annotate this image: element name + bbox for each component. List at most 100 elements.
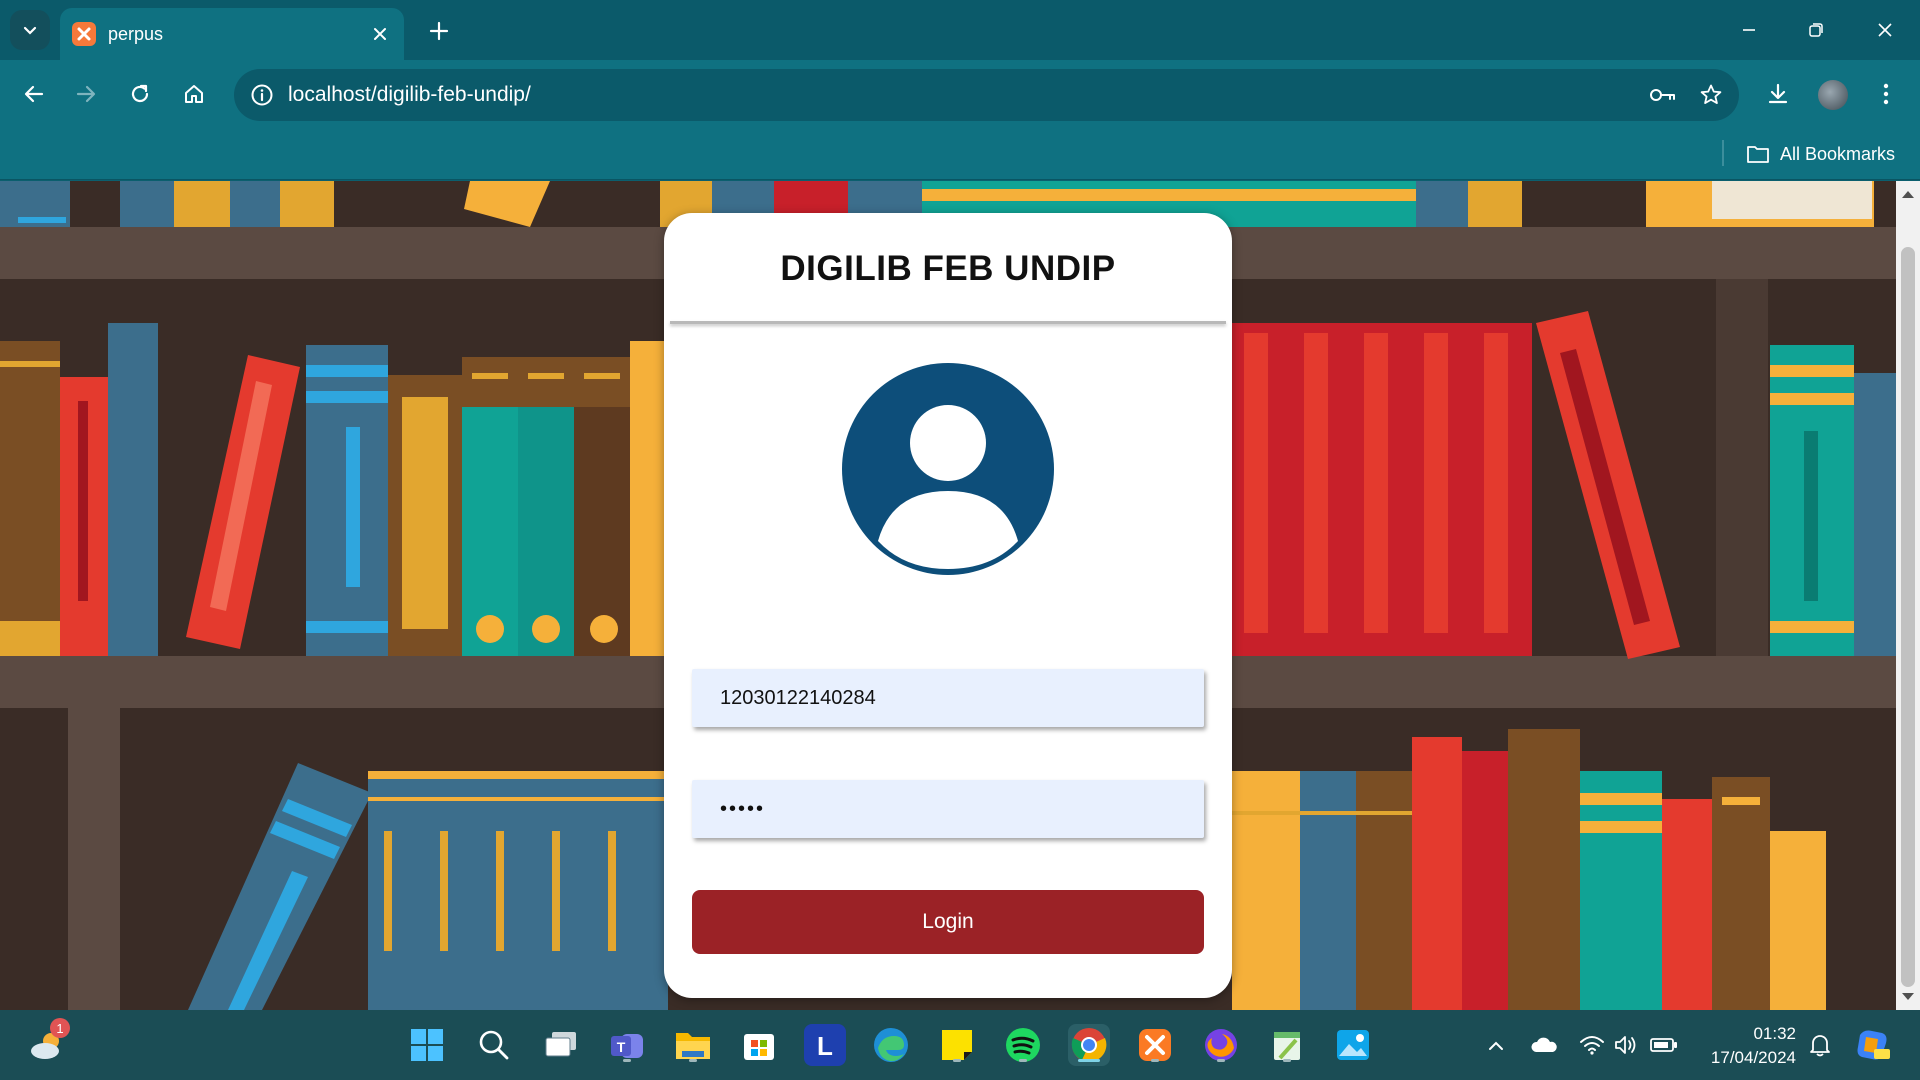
bell-icon: [1810, 1035, 1830, 1057]
back-button[interactable]: [14, 74, 54, 114]
username-input[interactable]: 12030122140284: [692, 669, 1204, 727]
search-button[interactable]: [473, 1024, 515, 1066]
notepad-icon: [1274, 1032, 1300, 1060]
wifi-tray[interactable]: [1578, 1030, 1606, 1060]
running-indicator: [623, 1059, 631, 1062]
task-view-icon: [545, 1032, 576, 1057]
home-button[interactable]: [174, 74, 214, 114]
plus-icon: [429, 21, 449, 41]
info-icon: [251, 84, 273, 106]
scroll-down-icon[interactable]: [1902, 993, 1914, 1000]
tab-close-button[interactable]: [368, 22, 392, 46]
scroll-up-icon[interactable]: [1902, 191, 1914, 198]
running-indicator: [1151, 1059, 1159, 1062]
spotify-app[interactable]: [1002, 1024, 1044, 1066]
menu-button[interactable]: [1866, 74, 1906, 114]
l-app[interactable]: L: [804, 1024, 846, 1066]
running-indicator: [1019, 1059, 1027, 1062]
login-card: DIGILIB FEB UNDIP 12030122140284 ••••• L…: [664, 213, 1232, 998]
firefox-app[interactable]: [1200, 1024, 1242, 1066]
store-icon: [744, 1034, 774, 1060]
tab-title: perpus: [108, 23, 164, 44]
cloud-icon: [1531, 1037, 1557, 1052]
address-bar[interactable]: localhost/digilib-feb-undip/: [234, 69, 1739, 121]
arrow-left-icon: [24, 85, 44, 103]
clock-date: 17/04/2024: [1710, 1048, 1796, 1067]
photos-icon: [1337, 1030, 1369, 1060]
speaker-icon: [1615, 1036, 1636, 1054]
all-bookmarks-button[interactable]: All Bookmarks: [1746, 138, 1895, 170]
notifications-button[interactable]: [1806, 1030, 1834, 1060]
restore-icon: [1809, 23, 1823, 37]
minimize-button[interactable]: [1726, 10, 1772, 50]
scroll-thumb[interactable]: [1901, 247, 1915, 987]
home-icon: [185, 85, 203, 103]
close-window-button[interactable]: [1862, 10, 1908, 50]
new-tab-button[interactable]: [422, 14, 456, 48]
chrome-app[interactable]: [1068, 1024, 1110, 1066]
star-icon: [1700, 84, 1722, 104]
more-vertical-icon: [1883, 83, 1889, 105]
xampp-app[interactable]: [1134, 1024, 1176, 1066]
taskbar-clock[interactable]: 01:32 17/04/2024: [1700, 1022, 1796, 1070]
active-indicator: [1078, 1059, 1100, 1062]
notepad-app[interactable]: [1266, 1024, 1308, 1066]
start-button[interactable]: [406, 1024, 448, 1066]
bookmarks-bar: All Bookmarks: [0, 128, 1920, 180]
running-indicator: [1217, 1059, 1225, 1062]
task-view-button[interactable]: [540, 1024, 582, 1066]
svg-text:T: T: [617, 1039, 626, 1055]
running-indicator: [953, 1059, 961, 1062]
teams-icon: T: [611, 1034, 643, 1058]
page-scrollbar[interactable]: [1896, 181, 1920, 1010]
search-icon: [479, 1030, 509, 1060]
close-icon: [374, 28, 386, 40]
battery-tray[interactable]: [1650, 1030, 1678, 1060]
page-title: DIGILIB FEB UNDIP: [780, 249, 1116, 288]
photos-app[interactable]: [1332, 1024, 1374, 1066]
edge-app[interactable]: [870, 1024, 912, 1066]
copilot-button[interactable]: [1852, 1024, 1894, 1066]
key-icon: [1650, 89, 1675, 101]
folder-icon: [1747, 146, 1769, 163]
downloads-button[interactable]: [1758, 74, 1798, 114]
sticky-notes-icon: [942, 1030, 972, 1060]
running-indicator: [1283, 1059, 1291, 1062]
bookmarks-separator: [1722, 140, 1724, 166]
all-bookmarks-label: All Bookmarks: [1780, 143, 1896, 164]
bookmark-star-button[interactable]: [1691, 75, 1731, 115]
browser-tab[interactable]: perpus: [60, 8, 404, 60]
reload-button[interactable]: [120, 74, 160, 114]
page-viewport: DIGILIB FEB UNDIP 12030122140284 ••••• L…: [0, 181, 1896, 1010]
chevron-up-icon: [1489, 1041, 1503, 1050]
forward-button[interactable]: [66, 74, 106, 114]
show-hidden-icons-button[interactable]: [1482, 1030, 1510, 1060]
login-button[interactable]: Login: [692, 890, 1204, 954]
minimize-icon: [1743, 29, 1755, 31]
clock-time: 01:32: [1753, 1024, 1796, 1043]
restore-button[interactable]: [1793, 10, 1839, 50]
url-text[interactable]: localhost/digilib-feb-undip/: [288, 83, 1643, 107]
onedrive-tray[interactable]: [1530, 1030, 1558, 1060]
l-app-icon: L: [817, 1031, 833, 1060]
password-key-button[interactable]: [1643, 75, 1683, 115]
reload-icon: [131, 84, 149, 103]
profile-avatar[interactable]: [1818, 80, 1848, 110]
arrow-right-icon: [76, 85, 96, 103]
windows-start-icon: [411, 1029, 443, 1061]
password-input[interactable]: •••••: [692, 780, 1204, 838]
close-icon: [1878, 23, 1892, 37]
site-info-button[interactable]: [246, 79, 278, 111]
file-explorer-app[interactable]: [672, 1024, 714, 1066]
download-icon: [1768, 83, 1788, 104]
store-app[interactable]: [738, 1024, 780, 1066]
sticky-notes-app[interactable]: [936, 1024, 978, 1066]
xampp-icon: [1139, 1029, 1171, 1061]
xampp-favicon-icon: [72, 22, 96, 46]
teams-app[interactable]: T: [606, 1024, 648, 1066]
tab-search-button[interactable]: [10, 10, 50, 50]
folder-icon: [676, 1033, 710, 1059]
volume-tray[interactable]: [1612, 1030, 1640, 1060]
tab-bar: perpus: [0, 0, 1920, 60]
svg-text:L: L: [817, 1031, 833, 1060]
